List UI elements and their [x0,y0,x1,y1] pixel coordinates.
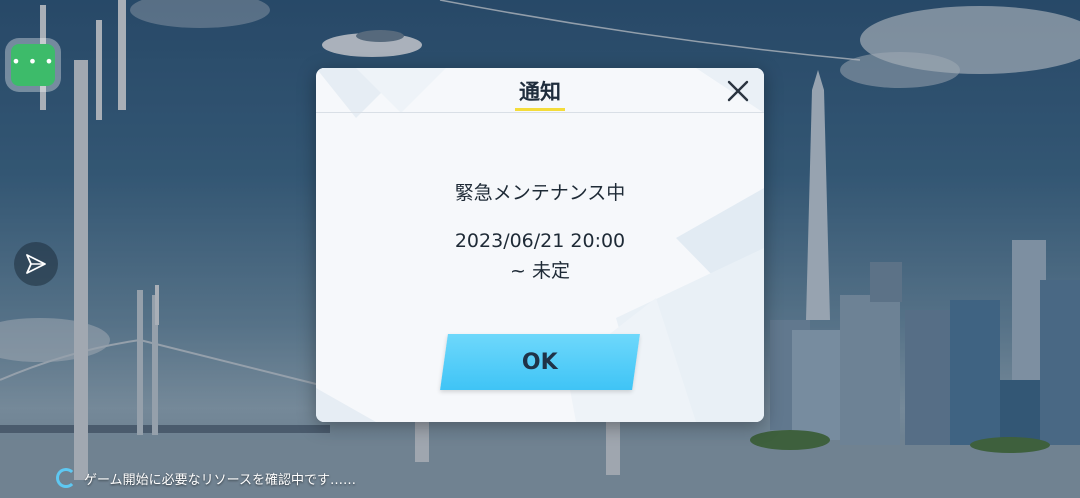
menu-button[interactable]: • • • [11,44,55,86]
ok-button[interactable]: OK [440,334,640,390]
maintenance-start-time: 2023/06/21 20:00 [454,230,626,252]
more-dots-icon: • • • [11,52,55,71]
loading-status: ゲーム開始に必要なリソースを確認中です…… [56,468,356,488]
dialog-title: 通知 [519,80,561,104]
maintenance-end-time: ~ 未定 [510,260,570,282]
send-icon [26,254,46,274]
title-underline [515,108,565,111]
dialog-header: 通知 [316,68,764,113]
notice-dialog: 通知 緊急メンテナンス中 2023/06/21 20:00 ~ 未定 OK [316,68,764,422]
maintenance-message: 緊急メンテナンス中 [454,182,626,204]
close-button[interactable] [724,77,752,105]
loading-status-text: ゲーム開始に必要なリソースを確認中です…… [84,472,356,488]
send-button[interactable] [14,242,58,286]
spinner-icon [56,468,76,488]
ok-button-label: OK [522,349,558,375]
close-icon [727,80,749,102]
